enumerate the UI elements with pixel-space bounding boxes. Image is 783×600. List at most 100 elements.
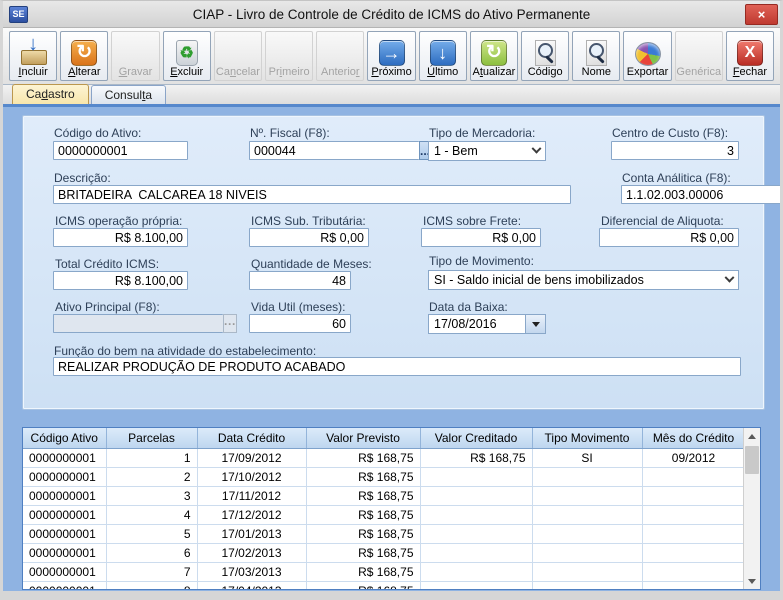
- scroll-up-icon: [748, 434, 756, 439]
- codigo-button[interactable]: Código: [521, 31, 569, 81]
- descricao-input[interactable]: [53, 185, 571, 204]
- gravar-label: Gravar: [119, 66, 153, 79]
- icms-frete-input[interactable]: [421, 228, 541, 247]
- atualizar-button[interactable]: ↻Atualizar: [470, 31, 518, 81]
- grid-cell: 4: [106, 505, 197, 524]
- grid-cell: [642, 505, 745, 524]
- arrow-right-blue-icon: →: [379, 40, 405, 66]
- grid-cell: [642, 581, 745, 590]
- incluir-button[interactable]: Incluir: [9, 31, 57, 81]
- tab-cadastro[interactable]: Cadastro: [12, 84, 89, 104]
- tipo-movimento-select[interactable]: SI - Saldo inicial de bens imobilizados: [428, 270, 739, 290]
- scroll-up-button[interactable]: [744, 428, 760, 444]
- window-close-button[interactable]: ×: [745, 4, 778, 25]
- grid-cell: 0000000001: [23, 543, 106, 562]
- grid-row[interactable]: 0000000001117/09/2012R$ 168,75R$ 168,75S…: [23, 448, 745, 467]
- icms-sub-input[interactable]: [249, 228, 369, 247]
- no-icon: [225, 40, 251, 66]
- grid-cell: R$ 168,75: [420, 448, 532, 467]
- grid-cell: 0000000001: [23, 486, 106, 505]
- scroll-down-button[interactable]: [744, 573, 760, 589]
- grid-column-header: Código Ativo: [23, 428, 106, 448]
- icms-operacao-input[interactable]: [53, 228, 188, 247]
- grid-cell: [532, 524, 642, 543]
- magnifier-icon: [535, 40, 556, 66]
- grid-cell: [420, 562, 532, 581]
- tipo-movimento-label: Tipo de Movimento:: [429, 254, 534, 268]
- tipo-mercadoria-label: Tipo de Mercadoria:: [429, 126, 535, 140]
- ultimo-button[interactable]: ↓Último: [419, 31, 467, 81]
- grid-cell: [532, 467, 642, 486]
- nome-button[interactable]: Nome: [572, 31, 620, 81]
- data-baixa-picker[interactable]: 17/08/2016: [428, 314, 546, 334]
- grid-row[interactable]: 0000000001717/03/2013R$ 168,75: [23, 562, 745, 581]
- data-baixa-value: 17/08/2016: [429, 315, 525, 333]
- grid-table-host: Código AtivoParcelasData CréditoValor Pr…: [23, 428, 760, 590]
- ellipsis-icon: ···: [224, 318, 236, 330]
- grid-cell: [532, 486, 642, 505]
- grid-cell: [642, 486, 745, 505]
- titlebar[interactable]: SE CIAP - Livro de Controle de Crédito d…: [3, 1, 780, 28]
- grid-row[interactable]: 0000000001217/10/2012R$ 168,75: [23, 467, 745, 486]
- grid-cell: [642, 562, 745, 581]
- excluir-button[interactable]: ♻Excluir: [163, 31, 211, 81]
- grid-cell: 5: [106, 524, 197, 543]
- close-red-icon: X: [737, 40, 763, 66]
- grid-cell: 2: [106, 467, 197, 486]
- icms-sub-label: ICMS Sub. Tributária:: [251, 214, 366, 228]
- no-icon: [123, 40, 149, 66]
- grid-cell: 3: [106, 486, 197, 505]
- arrow-down-blue-icon: ↓: [430, 40, 456, 66]
- form-panel: Código do Ativo: Nº. Fiscal (F8): ... Ti…: [22, 115, 765, 410]
- tab-cadastro-label: Cadastro: [26, 87, 75, 101]
- grid-row[interactable]: 0000000001617/02/2013R$ 168,75: [23, 543, 745, 562]
- centro-custo-input[interactable]: [611, 141, 739, 160]
- conta-analitica-field: ...: [621, 185, 739, 204]
- vida-util-input[interactable]: [249, 314, 351, 333]
- data-baixa-label: Data da Baixa:: [429, 300, 508, 314]
- primeiro-label: Primeiro: [269, 66, 310, 79]
- gravar-button: Gravar: [111, 31, 159, 81]
- grid-cell: [420, 505, 532, 524]
- grid-row[interactable]: 0000000001417/12/2012R$ 168,75: [23, 505, 745, 524]
- fechar-label: Fechar: [733, 66, 767, 79]
- alterar-button[interactable]: ↻Alterar: [60, 31, 108, 81]
- no-icon: [686, 40, 712, 66]
- grid-cell: 17/03/2013: [197, 562, 306, 581]
- data-baixa-drop-button[interactable]: [525, 315, 545, 333]
- grid-cell: R$ 168,75: [306, 543, 420, 562]
- no-fiscal-input[interactable]: [249, 141, 419, 160]
- grid-row[interactable]: 0000000001817/04/2013R$ 168,75: [23, 581, 745, 590]
- conta-analitica-label: Conta Análitica (F8):: [622, 171, 731, 185]
- exportar-button[interactable]: Exportar: [623, 31, 671, 81]
- grid-cell: 0000000001: [23, 467, 106, 486]
- grid-column-header: Valor Creditado: [420, 428, 532, 448]
- fechar-button[interactable]: XFechar: [726, 31, 774, 81]
- grid-cell: [420, 543, 532, 562]
- grid-row[interactable]: 0000000001517/01/2013R$ 168,75: [23, 524, 745, 543]
- grid-cell: [420, 524, 532, 543]
- ativo-principal-input: [53, 314, 223, 333]
- tipo-mercadoria-select[interactable]: 1 - Bem: [428, 141, 546, 161]
- grid-column-header: Mês do Crédito: [642, 428, 745, 448]
- grid-vertical-scrollbar[interactable]: [743, 428, 760, 589]
- scrollbar-thumb[interactable]: [745, 446, 759, 474]
- proximo-button[interactable]: →Próximo: [367, 31, 415, 81]
- funcao-bem-input[interactable]: [53, 357, 741, 376]
- grid-cell: R$ 168,75: [306, 524, 420, 543]
- conta-analitica-input[interactable]: [621, 185, 783, 204]
- grid-cell: 0000000001: [23, 505, 106, 524]
- total-credito-input[interactable]: [53, 271, 188, 290]
- grid-cell: 17/12/2012: [197, 505, 306, 524]
- nome-label: Nome: [582, 66, 611, 79]
- icms-frete-label: ICMS sobre Frete:: [423, 214, 521, 228]
- refresh-orange-icon: ↻: [71, 40, 97, 66]
- tipo-mercadoria-value: 1 - Bem: [434, 144, 478, 158]
- grid-cell: 0000000001: [23, 562, 106, 581]
- grid-row[interactable]: 0000000001317/11/2012R$ 168,75: [23, 486, 745, 505]
- tab-consulta[interactable]: Consulta: [91, 85, 166, 104]
- qtd-meses-input[interactable]: [249, 271, 351, 290]
- codigo-ativo-input[interactable]: [53, 141, 188, 160]
- grid-cell: [532, 581, 642, 590]
- dif-aliquota-input[interactable]: [599, 228, 739, 247]
